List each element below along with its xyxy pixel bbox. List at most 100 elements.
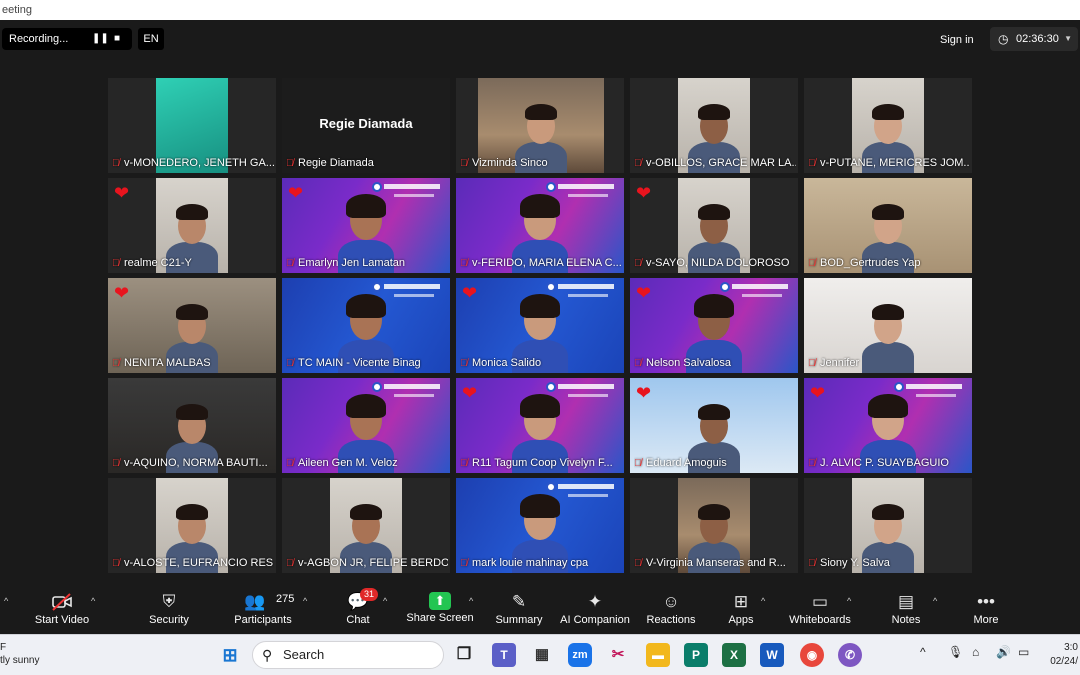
microphone-icon[interactable]: 🎙	[948, 645, 963, 659]
reactions-button[interactable]: ☺ Reactions	[644, 584, 698, 634]
language-button[interactable]: EN	[138, 28, 164, 50]
taskbar-search-box[interactable]: ⚲ Search	[252, 641, 444, 669]
window-titlebar: eeting	[0, 0, 1080, 20]
stop-recording-button[interactable]: ■	[114, 28, 120, 50]
participant-tile[interactable]: 🎙̸ v-OBILLOS, GRACE MAR LA...	[630, 78, 798, 173]
summary-button[interactable]: ✎ Summary	[492, 584, 546, 634]
excel-icon[interactable]: X	[722, 643, 746, 667]
muted-mic-icon: 🎙̸	[286, 358, 294, 369]
participant-tile[interactable]: 🎙̸ v-AQUINO, NORMA BAUTI...	[108, 378, 276, 473]
volume-icon[interactable]: 🔊	[996, 645, 1011, 659]
participant-name-label: 🎙̸ Siony Y. Salva	[808, 556, 970, 570]
participant-tile[interactable]: 🎙̸ v-MONEDERO, JENETH GA...	[108, 78, 276, 173]
muted-mic-icon: 🎙̸	[112, 558, 120, 569]
share-screen-button[interactable]: ⬆ Share Screen	[405, 584, 475, 634]
participant-name-label: 🎙̸ J. ALVIC P. SUAYBAGUIO	[808, 456, 970, 470]
task-view-icon[interactable]: ❐	[452, 643, 476, 667]
participant-name: v-SAYO, NILDA DOLOROSO	[646, 257, 790, 269]
whiteboards-menu-caret[interactable]: ^	[844, 584, 858, 634]
chat-button[interactable]: 💬 31 Chat	[334, 584, 382, 634]
start-video-button[interactable]: Start Video	[30, 584, 94, 634]
muted-mic-icon: 🎙̸	[808, 558, 816, 569]
sign-in-button[interactable]: Sign in	[940, 30, 974, 50]
heart-reaction-icon: ❤	[462, 383, 478, 403]
participant-tile[interactable]: ❤ 🎙̸ v-SAYO, NILDA DOLOROSO	[630, 178, 798, 273]
participant-tile[interactable]: 🎙̸ Vizminda Sinco	[456, 78, 624, 173]
pause-recording-button[interactable]: ❚❚	[92, 28, 109, 50]
participants-menu-caret[interactable]: ^	[300, 584, 314, 634]
muted-mic-icon: 🎙̸	[634, 458, 642, 469]
security-button[interactable]: ⛨ Security	[140, 584, 198, 634]
video-menu-caret[interactable]: ^	[88, 584, 102, 634]
participants-button[interactable]: 👥 275 Participants	[228, 584, 298, 634]
weather-widget[interactable]: F tly sunny	[0, 641, 39, 667]
participant-tile[interactable]: 🎙̸ V-Virginia Manseras and R...	[630, 478, 798, 573]
participant-tile[interactable]: ❤ 🎙̸ J. ALVIC P. SUAYBAGUIO	[804, 378, 972, 473]
file-explorer-icon[interactable]: ▬	[646, 643, 670, 667]
participant-tile[interactable]: 🎙̸ v-PUTANE, MERICRES JOM...	[804, 78, 972, 173]
windows-taskbar: F tly sunny ⊞ ⚲ Search ❐ T ▦ zm ✂ ▬ P X …	[0, 634, 1080, 675]
audio-menu-caret[interactable]: ^	[0, 584, 14, 634]
chat-menu-caret[interactable]: ^	[380, 584, 394, 634]
participant-name: v-PUTANE, MERICRES JOM...	[820, 157, 970, 169]
participant-name: Vizminda Sinco	[472, 157, 548, 169]
participant-hair	[350, 504, 382, 520]
participant-name-label: 🎙̸ Regie Diamada	[286, 156, 448, 170]
participant-name: R11 Tagum Coop Vivelyn F...	[472, 457, 613, 469]
participant-tile[interactable]: ❤ 🎙̸ Eduard Amoguis	[630, 378, 798, 473]
network-icon[interactable]: ⌂	[972, 645, 979, 659]
apps-menu-caret[interactable]: ^	[758, 584, 772, 634]
participant-name-label: 🎙̸ Monica Salido	[460, 356, 622, 370]
participant-tile[interactable]: 🎙̸ Jennifer	[804, 278, 972, 373]
calculator-icon[interactable]: ▦	[530, 643, 554, 667]
viber-icon[interactable]: ✆	[838, 643, 862, 667]
participant-tile[interactable]: ❤ 🎙̸ Monica Salido	[456, 278, 624, 373]
participant-hair	[872, 104, 904, 120]
participant-tile[interactable]: Regie Diamada 🎙̸ Regie Diamada	[282, 78, 450, 173]
notes-menu-caret[interactable]: ^	[930, 584, 944, 634]
participant-name: Eduard Amoguis	[646, 457, 727, 469]
participant-tile[interactable]: ❤ 🎙̸ realme C21-Y	[108, 178, 276, 273]
battery-icon[interactable]: ▭	[1018, 645, 1029, 659]
taskbar-clock[interactable]: 3:0 02/24/	[1050, 641, 1078, 669]
meeting-timer[interactable]: ◷ 02:36:30 ▼	[990, 27, 1078, 51]
participant-tile[interactable]: 🎙̸ Siony Y. Salva	[804, 478, 972, 573]
search-placeholder: Search	[283, 647, 325, 662]
participant-gallery: 🎙̸ v-MONEDERO, JENETH GA... Regie Diamada 🎙…	[108, 78, 973, 574]
shield-icon: ⛨	[162, 592, 176, 611]
participant-name-label: 🎙̸ Emarlyn Jen Lamatan	[286, 256, 448, 270]
participant-tile[interactable]: 🎙̸ mark louie mahinay cpa	[456, 478, 624, 573]
participant-tile[interactable]: 🎙̸ BOD_Gertrudes Yap	[804, 178, 972, 273]
weather-temp: F	[0, 642, 7, 653]
windows-start-icon[interactable]: ⊞	[218, 643, 242, 667]
participant-tile[interactable]: ❤ 🎙̸ Emarlyn Jen Lamatan	[282, 178, 450, 273]
participant-tile[interactable]: 🎙̸ Aileen Gen M. Veloz	[282, 378, 450, 473]
heart-reaction-icon: ❤	[636, 383, 652, 403]
whiteboards-button[interactable]: ▭ Whiteboards	[788, 584, 852, 634]
participant-tile[interactable]: 🎙̸ v-ALOSTE, EUFRANCIO RES...	[108, 478, 276, 573]
participant-name-label: 🎙̸ v-SAYO, NILDA DOLOROSO	[634, 256, 796, 270]
participant-tile[interactable]: 🎙̸ TC MAIN - Vicente Binag	[282, 278, 450, 373]
muted-mic-icon: 🎙̸	[286, 158, 294, 169]
share-arrow-icon: ⬆	[429, 592, 451, 610]
chrome-icon[interactable]: ◉	[800, 643, 824, 667]
ai-companion-button[interactable]: ✦ AI Companion	[558, 584, 632, 634]
participant-tile[interactable]: ❤ 🎙̸ R11 Tagum Coop Vivelyn F...	[456, 378, 624, 473]
participant-tile[interactable]: ❤ 🎙̸ Nelson Salvalosa	[630, 278, 798, 373]
participant-name: v-AGBON JR, FELIPE BERDOS	[298, 557, 448, 569]
clock-date: 02/24/	[1050, 656, 1078, 667]
teams-icon[interactable]: T	[492, 643, 516, 667]
more-button[interactable]: ••• More	[966, 584, 1006, 634]
tray-chevron-up-icon[interactable]: ^	[920, 645, 926, 659]
participant-tile[interactable]: 🎙̸ v-AGBON JR, FELIPE BERDOS	[282, 478, 450, 573]
participant-tile[interactable]: ❤ 🎙̸ NENITA MALBAS	[108, 278, 276, 373]
participant-name-label: 🎙̸ BOD_Gertrudes Yap	[808, 256, 970, 270]
word-icon[interactable]: W	[760, 643, 784, 667]
notes-button[interactable]: ▤ Notes	[884, 584, 928, 634]
zoom-app-icon[interactable]: zm	[568, 643, 592, 667]
participant-tile[interactable]: 🎙̸ v-FERIDO, MARIA ELENA C...	[456, 178, 624, 273]
participant-hair	[346, 194, 386, 218]
share-menu-caret[interactable]: ^	[466, 584, 480, 634]
publisher-icon[interactable]: P	[684, 643, 708, 667]
snipping-tool-icon[interactable]: ✂	[606, 643, 630, 667]
